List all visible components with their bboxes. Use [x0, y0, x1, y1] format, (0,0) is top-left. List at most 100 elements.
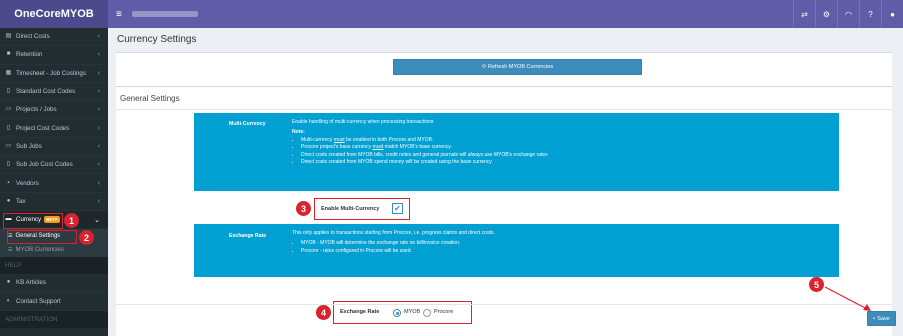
note-item: Procore project's base currency must mat… — [301, 144, 548, 151]
lock-icon: ■ — [6, 51, 11, 58]
sidebar-item-tax[interactable]: ● Tax ‹ — [0, 193, 108, 211]
sidebar-item-label: Contact Support — [16, 297, 61, 305]
sidebar-subitem-myob-currencies[interactable]: ☰ MYOB Currencies — [0, 243, 108, 258]
headset-icon: ◐ — [6, 297, 11, 304]
multi-currency-description: Enable handling of multi-currency when p… — [292, 119, 548, 166]
file-icon: ▯ — [6, 161, 11, 168]
currency-highlight — [3, 213, 63, 229]
footer-divider — [116, 304, 892, 305]
file-icon: ▯ — [6, 88, 11, 95]
sidebar-item-timesheet[interactable]: ▦ Timesheet - Job Costings ‹ — [0, 65, 108, 83]
general-settings-title: General Settings — [120, 94, 180, 103]
folder-icon: ▭ — [5, 142, 12, 149]
divider — [116, 109, 892, 110]
callout-3: 3 — [296, 201, 311, 216]
arrow-icon — [824, 286, 871, 311]
sidebar-item-label: Project Cost Codes — [16, 124, 70, 132]
note-item: Direct costs created from MYOB bills, cr… — [301, 152, 548, 159]
chevron-left-icon: ‹ — [97, 51, 100, 59]
save-button[interactable]: ▪ Save — [867, 311, 896, 326]
cart-icon: ▤ — [5, 33, 12, 40]
sidebar-item-label: Vendors — [16, 179, 39, 187]
sidebar-item-kb-articles[interactable]: ● KB Articles — [0, 274, 108, 292]
user-icon[interactable]: ● — [881, 0, 903, 28]
chevron-down-icon: ⌄ — [94, 216, 100, 224]
transfer-icon[interactable]: ⇄ — [793, 0, 815, 28]
refresh-currencies-button[interactable]: ⟳ Refresh MYOB Currencies — [393, 59, 642, 75]
exchange-desc: This only applies to transactions starti… — [292, 230, 495, 236]
main-content: Currency Settings ⟳ Refresh MYOB Currenc… — [108, 28, 903, 336]
callout-2: 2 — [79, 230, 94, 245]
exchange-bullet: MYOB - MYOB will determine the exchange … — [301, 240, 495, 247]
sidebar-item-label: Sub Jobs — [16, 142, 42, 150]
enable-multi-currency-checkbox[interactable]: ✔ — [392, 203, 403, 214]
topbar-icons: ⇄ ⚙ ◠ ? ● — [793, 0, 903, 28]
sidebar-item-sub-jobs[interactable]: ▭ Sub Jobs ‹ — [0, 138, 108, 156]
sidebar-item-label: MYOB Currencies — [15, 247, 64, 254]
chevron-left-icon: ‹ — [97, 142, 100, 150]
exchange-rate-info-box: Exchange Rate This only applies to trans… — [194, 224, 839, 277]
sidebar-item-label: Projects / Jobs — [16, 106, 57, 114]
calendar-icon: ▦ — [5, 69, 12, 76]
sidebar-item-project-cost-codes[interactable]: ▯ Project Cost Codes ‹ — [0, 119, 108, 137]
exchange-bullet: Procore - rates configured in Procore wi… — [301, 248, 495, 255]
note-item: Direct costs created from MYOB spend mon… — [301, 159, 548, 166]
exchange-rate-label: Exchange Rate — [229, 233, 267, 239]
sidebar-item-label: Sub Job Cost Codes — [16, 161, 73, 169]
sidebar-item-direct-costs[interactable]: ▤ Direct Costs ‹ — [0, 28, 108, 46]
globe-icon: ● — [6, 279, 11, 286]
chevron-left-icon: ‹ — [97, 33, 100, 41]
brand-logo[interactable]: OneCoreMYOB — [0, 0, 108, 28]
sidebar-item-label: Timesheet - Job Costings — [16, 69, 86, 77]
headset-icon[interactable]: ◠ — [837, 0, 859, 28]
file-icon: ▯ — [6, 124, 11, 131]
general-settings-highlight — [7, 230, 77, 244]
radio-myob[interactable] — [393, 309, 401, 317]
save-icon: ▪ — [873, 315, 876, 322]
exchange-rate-description: This only applies to transactions starti… — [292, 230, 495, 255]
sidebar-item-projects-jobs[interactable]: ▭ Projects / Jobs ‹ — [0, 101, 108, 119]
sidebar-item-label: KB Articles — [16, 279, 46, 287]
note-item: Multi-currency must be enabled in both P… — [301, 137, 548, 144]
sidebar-item-standard-cost-codes[interactable]: ▯ Standard Cost Codes ‹ — [0, 83, 108, 101]
sidebar: OneCoreMYOB ▤ Direct Costs ‹ ■ Retention ‹ ▦… — [0, 0, 108, 336]
callout-4: 4 — [316, 305, 331, 320]
sidebar-item-label: Tax — [16, 197, 26, 205]
folder-icon: ▭ — [5, 106, 12, 113]
multi-currency-label: Multi-Currency — [229, 121, 266, 127]
page-title: Currency Settings — [117, 34, 197, 45]
chevron-left-icon: ‹ — [97, 179, 100, 187]
chevron-left-icon: ‹ — [97, 197, 100, 205]
tax-icon: ● — [6, 197, 11, 204]
sidebar-header-administration: ADMINISTRATION — [0, 310, 108, 328]
sidebar-item-label: Standard Cost Codes — [16, 88, 76, 96]
sidebar-item-contact-support[interactable]: ◐ Contact Support — [0, 293, 108, 311]
enable-multi-currency-row: Enable Multi-Currency ✔ — [314, 198, 410, 220]
briefcase-icon: ▪ — [7, 179, 10, 186]
radio-procore[interactable] — [423, 309, 431, 317]
sidebar-item-vendors[interactable]: ▪ Vendors ‹ — [0, 174, 108, 192]
list-icon: ☰ — [8, 247, 13, 254]
radio-myob-label[interactable]: MYOB — [404, 309, 420, 315]
sidebar-item-label: Direct Costs — [16, 33, 50, 41]
sidebar-item-retention[interactable]: ■ Retention ‹ — [0, 46, 108, 64]
chevron-left-icon: ‹ — [97, 161, 100, 169]
multi-currency-desc: Enable handling of multi-currency when p… — [292, 119, 434, 125]
chevron-left-icon: ‹ — [97, 88, 100, 96]
sidebar-item-label: Retention — [16, 51, 43, 59]
gears-icon[interactable]: ⚙ — [815, 0, 837, 28]
exchange-rate-field-label: Exchange Rate — [340, 309, 380, 315]
question-icon[interactable]: ? — [859, 0, 881, 28]
sidebar-header-help: HELP — [0, 257, 108, 275]
top-navbar: ≡ ⇄ ⚙ ◠ ? ● — [108, 0, 903, 28]
chevron-left-icon: ‹ — [97, 106, 100, 114]
sidebar-item-sub-job-cost-codes[interactable]: ▯ Sub Job Cost Codes ‹ — [0, 156, 108, 174]
enable-multi-currency-label: Enable Multi-Currency — [321, 206, 380, 212]
company-name-blurred — [131, 11, 198, 17]
hamburger-icon[interactable]: ≡ — [116, 9, 122, 20]
chevron-left-icon: ‹ — [97, 69, 100, 77]
general-settings-panel: General Settings Multi-Currency Enable h… — [116, 86, 892, 336]
radio-procore-label[interactable]: Procore — [434, 309, 453, 315]
chevron-left-icon: ‹ — [97, 124, 100, 132]
callout-1: 1 — [64, 213, 79, 228]
